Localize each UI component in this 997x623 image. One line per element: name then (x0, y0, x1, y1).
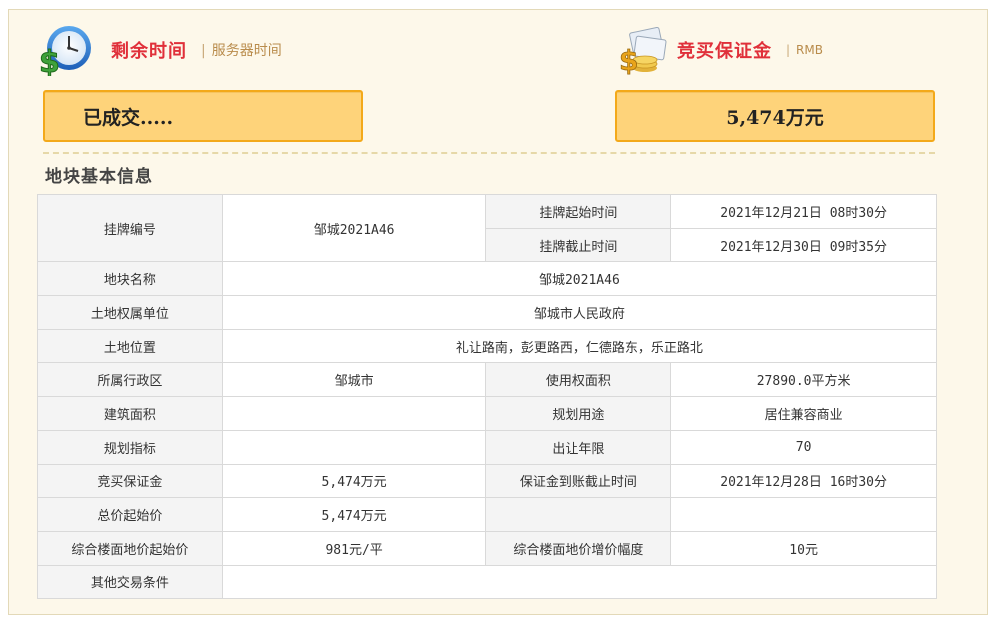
table-row: 规划指标 出让年限 70 (37, 429, 937, 465)
owner-label: 土地权属单位 (37, 295, 223, 330)
district-value: 邹城市 (221, 362, 487, 398)
deposit-label: 竞买保证金 (37, 463, 223, 499)
plan-index-value (221, 429, 487, 465)
floor-increment-label: 综合楼面地价增价幅度 (485, 530, 672, 566)
server-time-label: | 服务器时间 (201, 43, 282, 59)
table-row: 所属行政区 邹城市 使用权面积 27890.0平方米 (37, 362, 937, 398)
svg-text:$: $ (39, 45, 60, 76)
start-price-label: 总价起始价 (37, 497, 223, 532)
end-time-value: 2021年12月30日 09时35分 (670, 227, 937, 263)
table-row: 土地权属单位 邹城市人民政府 (37, 295, 938, 330)
empty-label-cell (485, 497, 672, 532)
start-time-value: 2021年12月21日 08时30分 (670, 194, 937, 229)
location-value: 礼让路南，彭更路西，仁德路东，乐正路北 (221, 328, 938, 364)
deposit-deadline-value: 2021年12月28日 16时30分 (670, 463, 937, 499)
start-price-value: 5,474万元 (221, 497, 487, 532)
table-row: 建筑面积 规划用途 居住兼容商业 (37, 396, 937, 431)
owner-value: 邹城市人民政府 (221, 295, 938, 330)
deposit-deadline-label: 保证金到账截止时间 (485, 463, 672, 499)
parcel-info-table: 挂牌编号 邹城2021A46 挂牌起始时间 2021年12月21日 08时30分… (37, 193, 938, 600)
dashed-divider (43, 152, 935, 154)
currency-label: | RMB (786, 43, 823, 57)
empty-value-cell (670, 497, 937, 532)
other-conditions-label: 其他交易条件 (37, 564, 223, 600)
deposit-title: 竞买保证金 (677, 41, 772, 62)
svg-text:$: $ (619, 44, 638, 76)
table-row: 总价起始价 5,474万元 (37, 497, 937, 532)
remaining-time-header: $ 剩余时间 | 服务器时间 (37, 24, 282, 81)
building-area-label: 建筑面积 (37, 396, 223, 431)
floor-price-label: 综合楼面地价起始价 (37, 530, 223, 566)
table-row: 地块名称 邹城2021A46 (37, 261, 938, 297)
money-bag-icon: $ (617, 24, 671, 77)
auction-panel: $ 剩余时间 | 服务器时间 $ 竞买保证金 | RMB 已成交..... 5,47… (8, 9, 988, 615)
location-label: 土地位置 (37, 328, 223, 364)
section-title: 地块基本信息 (45, 167, 153, 187)
deposit-amount-box: 5,474万元 (615, 90, 935, 142)
listing-no-label: 挂牌编号 (37, 193, 223, 263)
table-row: 土地位置 礼让路南，彭更路西，仁德路东，乐正路北 (37, 328, 938, 364)
table-row: 竞买保证金 5,474万元 保证金到账截止时间 2021年12月28日 16时3… (37, 463, 937, 499)
deposit-value: 5,474万元 (221, 463, 487, 499)
district-label: 所属行政区 (37, 362, 223, 398)
term-label: 出让年限 (485, 429, 672, 465)
table-row: 综合楼面地价起始价 981元/平 综合楼面地价增价幅度 10元 (37, 530, 937, 566)
floor-increment-value: 10元 (670, 530, 937, 566)
deal-status-box: 已成交..... (43, 90, 363, 142)
floor-price-value: 981元/平 (221, 530, 487, 566)
clock-dollar-icon: $ (37, 24, 95, 81)
parcel-name-value: 邹城2021A46 (221, 261, 938, 297)
listing-no-value: 邹城2021A46 (221, 193, 487, 263)
planned-use-value: 居住兼容商业 (670, 396, 937, 431)
planned-use-label: 规划用途 (485, 396, 672, 431)
use-area-value: 27890.0平方米 (670, 362, 937, 398)
other-conditions-value (221, 564, 938, 600)
parcel-name-label: 地块名称 (37, 261, 223, 297)
building-area-value (221, 396, 487, 431)
term-value: 70 (670, 429, 937, 465)
table-row: 挂牌编号 邹城2021A46 挂牌起始时间 2021年12月21日 08时30分 (37, 193, 937, 263)
plan-index-label: 规划指标 (37, 429, 223, 465)
table-row: 其他交易条件 (37, 564, 938, 600)
start-time-label: 挂牌起始时间 (485, 194, 672, 229)
remaining-time-title: 剩余时间 (111, 41, 187, 62)
end-time-label: 挂牌截止时间 (485, 227, 672, 263)
use-area-label: 使用权面积 (485, 362, 672, 398)
deposit-header: $ 竞买保证金 | RMB (617, 24, 823, 77)
